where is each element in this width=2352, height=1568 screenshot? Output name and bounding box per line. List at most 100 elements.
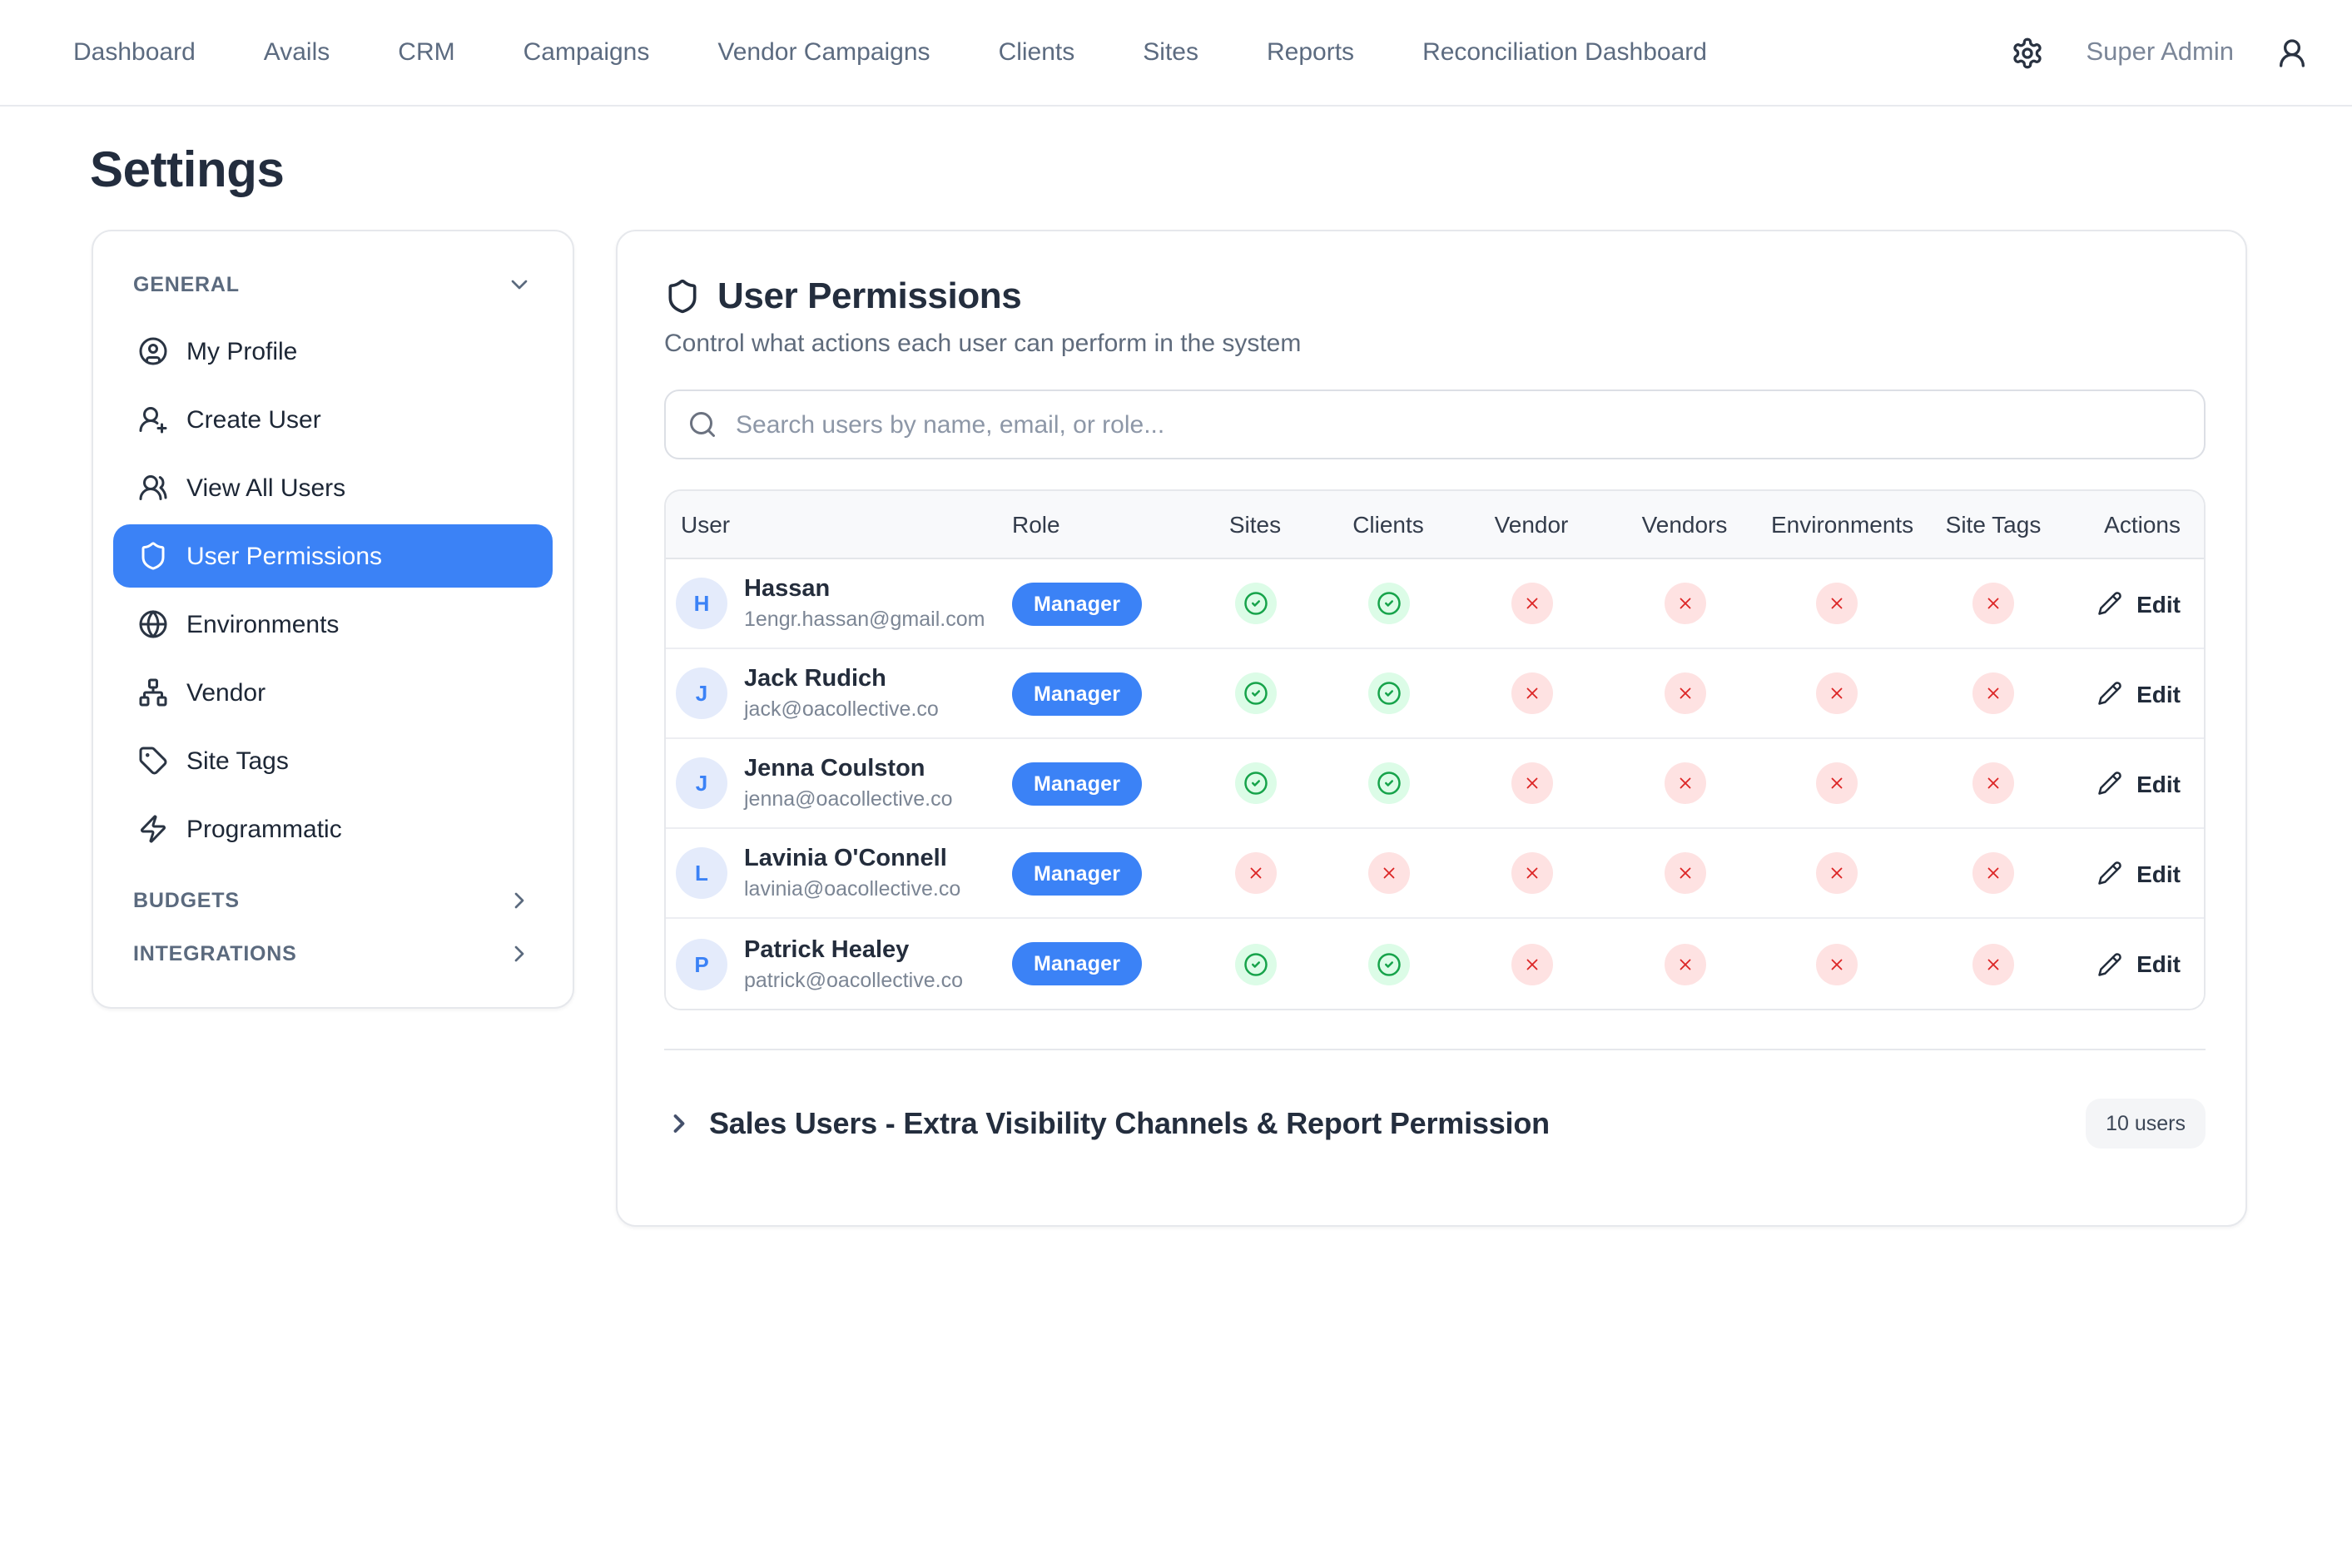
nav-right: Super Admin [2012,36,2310,69]
chevron-down-icon [506,271,533,298]
edit-button[interactable]: Edit [2096,950,2181,977]
x-icon [1984,684,2002,702]
network-icon [138,677,168,707]
table-row: JJack Rudichjack@oacollective.coManagerE… [666,649,2204,739]
sidebar-section-general[interactable]: GENERAL [113,258,553,311]
avatar: J [676,757,727,809]
edit-button-label: Edit [2136,950,2181,977]
nav-item-reconciliation-dashboard[interactable]: Reconciliation Dashboard [1422,38,1707,67]
nav-item-vendor-campaigns[interactable]: Vendor Campaigns [717,38,930,67]
page-title: Settings [90,140,2352,203]
sales-users-section-toggle[interactable]: Sales Users - Extra Visibility Channels … [664,1099,2206,1149]
user-email: patrick@oacollective.co [744,966,963,993]
x-icon [1246,864,1264,882]
avatar: J [676,667,727,719]
app: Dashboard Avails CRM Campaigns Vendor Campai… [0,0,2352,1568]
sidebar-section-label: GENERAL [133,273,240,296]
sidebar-item-site-tags[interactable]: Site Tags [113,729,553,792]
table-row: PPatrick Healeypatrick@oacollective.co Ma… [666,919,2204,1009]
permission-denied-icon [1367,852,1409,894]
nav-items: Dashboard Avails CRM Campaigns Vendor Campai… [73,38,1707,67]
x-icon [1984,955,2002,973]
user-cell: HHassan1engr.hassan@gmail.com [666,574,992,633]
circle-check-icon [1376,951,1401,976]
sidebar-section-label: INTEGRATIONS [133,942,297,965]
nav-item-avails[interactable]: Avails [264,38,330,67]
nav-item-reports[interactable]: Reports [1267,38,1354,67]
x-icon [1522,684,1541,702]
edit-button-label: Edit [2136,860,2181,886]
column-header-vendors: Vendors [1608,511,1761,538]
circle-check-icon [1376,591,1401,616]
edit-button[interactable]: Edit [2096,590,2181,617]
nav-item-dashboard[interactable]: Dashboard [73,38,196,67]
sidebar-item-view-all-users[interactable]: View All Users [113,456,553,519]
role-badge: Manager [1012,582,1142,625]
search-input[interactable] [664,390,2206,459]
x-icon [1379,864,1397,882]
x-icon [1828,594,1846,613]
sidebar-item-vendor[interactable]: Vendor [113,661,553,724]
permission-granted-icon [1367,672,1409,714]
x-icon [1828,955,1846,973]
user-cell: PPatrick Healeypatrick@oacollective.co [666,935,992,993]
avatar: P [676,938,727,990]
sidebar-section-integrations[interactable]: INTEGRATIONS [113,927,553,980]
sidebar-item-create-user[interactable]: Create User [113,388,553,451]
chevron-right-icon [664,1109,694,1139]
tag-icon [138,746,168,776]
globe-icon [138,609,168,639]
column-header-environments: Environments [1761,511,1913,538]
user-plus-icon [138,404,168,434]
x-icon [1984,594,2002,613]
sidebar-section-budgets[interactable]: BUDGETS [113,874,553,927]
user-name: Hassan [744,574,985,604]
pencil-icon [2096,951,2121,976]
content: GENERAL My ProfileCreate UserView All Us… [0,230,2352,1227]
edit-button[interactable]: Edit [2096,770,2181,796]
x-icon [1984,864,2002,882]
column-header-sites: Sites [1188,511,1322,538]
sidebar-section-label: BUDGETS [133,889,240,912]
sidebar-item-label: Programmatic [186,815,342,843]
sidebar-item-user-permissions[interactable]: User Permissions [113,524,553,588]
edit-button[interactable]: Edit [2096,860,2181,886]
nav-item-sites[interactable]: Sites [1143,38,1198,67]
permission-denied-icon [1664,852,1705,894]
x-icon [1828,684,1846,702]
column-header-vendor: Vendor [1455,511,1608,538]
x-icon [1828,774,1846,792]
permission-granted-icon [1367,762,1409,804]
zap-icon [138,814,168,844]
sidebar-item-label: Environments [186,610,339,638]
search-icon [687,409,717,439]
nav-item-campaigns[interactable]: Campaigns [523,38,650,67]
permission-granted-icon [1367,583,1409,624]
permission-granted-icon [1234,762,1276,804]
x-icon [1675,594,1694,613]
permission-denied-icon [1816,852,1858,894]
top-nav: Dashboard Avails CRM Campaigns Vendor Campai… [0,0,2352,107]
nav-item-clients[interactable]: Clients [999,38,1075,67]
sidebar-item-my-profile[interactable]: My Profile [113,320,553,383]
x-icon [1675,774,1694,792]
pencil-icon [2096,771,2121,796]
sidebar-item-label: Site Tags [186,747,289,775]
column-header-actions: Actions [2074,511,2204,538]
edit-button[interactable]: Edit [2096,680,2181,707]
x-icon [1522,594,1541,613]
sidebar-item-environments[interactable]: Environments [113,593,553,656]
user-cell: JJack Rudichjack@oacollective.co [666,664,992,722]
permission-denied-icon [1511,943,1552,985]
role-badge: Manager [1012,942,1142,985]
sidebar-item-programmatic[interactable]: Programmatic [113,797,553,861]
shield-icon [664,278,701,315]
settings-gear-button[interactable] [2012,36,2045,69]
user-account-button[interactable] [2275,36,2309,69]
permission-denied-icon [1511,852,1552,894]
circle-check-icon [1243,951,1268,976]
table-body: HHassan1engr.hassan@gmail.com Manager Edit… [666,559,2204,1009]
nav-item-crm[interactable]: CRM [398,38,454,67]
x-icon [1522,864,1541,882]
sidebar-item-label: User Permissions [186,542,382,570]
